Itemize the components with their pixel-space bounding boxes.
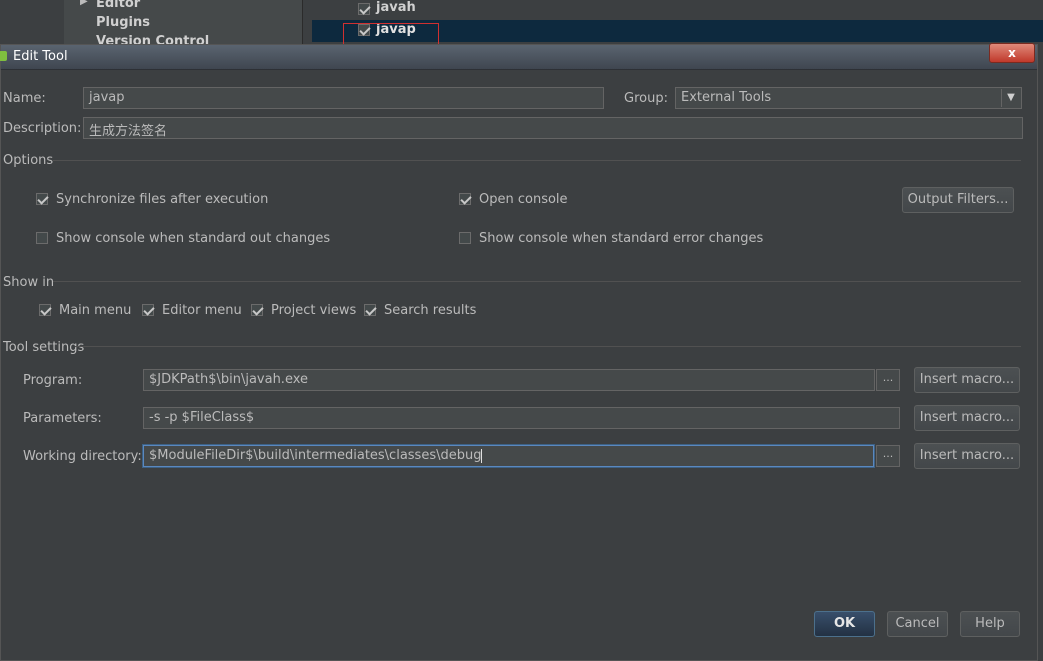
description-label: Description:: [3, 121, 82, 136]
main-menu-checkbox[interactable]: [39, 304, 51, 316]
dialog-titlebar[interactable]: Edit Tool x: [0, 43, 1037, 70]
expand-arrow-icon[interactable]: ▶: [80, 0, 88, 7]
parameters-field[interactable]: -s -p $FileClass$: [143, 407, 900, 429]
options-divider: [53, 160, 1021, 161]
show-console-err-label: Show console when standard error changes: [479, 231, 764, 246]
app-icon: [0, 51, 7, 61]
project-views-label: Project views: [271, 303, 357, 318]
workdir-value: $ModuleFileDir$\build\intermediates\clas…: [149, 448, 482, 463]
main-menu-label: Main menu: [59, 303, 132, 318]
tree-item-editor[interactable]: Editor: [96, 0, 140, 11]
list-item-javah[interactable]: javah: [312, 0, 1043, 22]
help-button[interactable]: Help: [960, 611, 1020, 637]
sync-files-label: Synchronize files after execution: [56, 192, 269, 207]
workdir-browse-button[interactable]: ...: [876, 445, 900, 467]
group-select-value: External Tools: [681, 90, 772, 105]
javah-label: javah: [376, 0, 416, 15]
parameters-insert-macro-button[interactable]: Insert macro...: [914, 405, 1020, 431]
options-section-title: Options: [3, 153, 54, 168]
show-console-out-checkbox[interactable]: [36, 232, 48, 244]
name-label: Name:: [3, 91, 46, 106]
tool-settings-divider: [75, 346, 1021, 347]
tree-item-plugins[interactable]: Plugins: [96, 15, 150, 30]
show-console-out-label: Show console when standard out changes: [56, 231, 331, 246]
group-select[interactable]: External Tools ▼: [675, 87, 1022, 109]
description-field[interactable]: 生成方法签名: [83, 117, 1023, 139]
parameters-label: Parameters:: [23, 411, 102, 426]
project-views-checkbox[interactable]: [251, 304, 263, 316]
edit-tool-dialog: Edit Tool x Name: javap Group: External …: [0, 43, 1038, 661]
sync-files-checkbox[interactable]: [36, 193, 48, 205]
tool-settings-section-title: Tool settings: [3, 340, 85, 355]
name-field[interactable]: javap: [83, 87, 604, 109]
output-filters-button[interactable]: Output Filters...: [902, 187, 1014, 213]
program-insert-macro-button[interactable]: Insert macro...: [914, 367, 1020, 393]
workdir-label: Working directory:: [23, 449, 142, 464]
workdir-insert-macro-button[interactable]: Insert macro...: [914, 443, 1020, 469]
settings-tree: ▶ Editor Plugins Version Control: [64, 0, 303, 49]
chevron-down-icon[interactable]: ▼: [1001, 89, 1020, 107]
search-results-label: Search results: [384, 303, 477, 318]
open-console-checkbox[interactable]: [459, 193, 471, 205]
close-button[interactable]: x: [989, 43, 1035, 63]
dialog-title: Edit Tool: [13, 49, 68, 64]
program-label: Program:: [23, 373, 83, 388]
workdir-field[interactable]: $ModuleFileDir$\build\intermediates\clas…: [143, 445, 874, 467]
cancel-button[interactable]: Cancel: [887, 611, 948, 637]
show-console-err-checkbox[interactable]: [459, 232, 471, 244]
ok-button[interactable]: OK: [814, 611, 875, 637]
search-results-checkbox[interactable]: [364, 304, 376, 316]
editor-menu-label: Editor menu: [162, 303, 242, 318]
text-caret: [481, 448, 483, 463]
show-in-section-title: Show in: [3, 275, 55, 290]
show-in-divider: [53, 281, 1021, 282]
javah-checkbox[interactable]: [358, 3, 370, 15]
open-console-label: Open console: [479, 192, 568, 207]
program-field[interactable]: $JDKPath$\bin\javah.exe: [143, 369, 875, 391]
program-browse-button[interactable]: ...: [876, 369, 900, 391]
group-label: Group:: [624, 91, 668, 106]
editor-menu-checkbox[interactable]: [142, 304, 154, 316]
